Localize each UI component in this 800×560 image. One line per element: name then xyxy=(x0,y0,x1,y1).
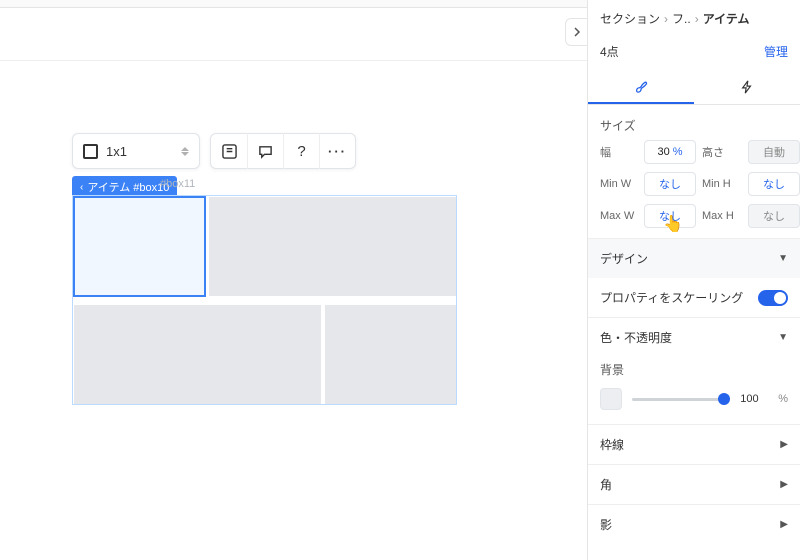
section-size-label: サイズ xyxy=(588,105,800,140)
width-input[interactable]: 30% xyxy=(644,140,696,164)
section-border[interactable]: 枠線 ▶ xyxy=(588,424,800,464)
inspector-tabs xyxy=(588,70,800,105)
maxw-label: Max W xyxy=(600,210,638,222)
opacity-value[interactable]: 100 xyxy=(740,393,768,405)
manage-link[interactable]: 管理 xyxy=(764,43,788,60)
updown-icon xyxy=(181,147,189,155)
width-label: 幅 xyxy=(600,144,638,160)
more-icon: ··· xyxy=(328,144,347,159)
background-label: 背景 xyxy=(588,357,800,384)
color-opacity-label: 色・不透明度 xyxy=(600,329,672,346)
top-strip xyxy=(0,0,587,8)
type-label: 1x1 xyxy=(106,144,173,159)
maxh-input[interactable]: なし xyxy=(748,204,800,228)
inspector-panel: セクション › フ.. › アイテム 4点 管理 サイズ 幅 30% 高さ 自動… xyxy=(587,0,800,560)
section-corner[interactable]: 角 ▶ xyxy=(588,464,800,504)
sibling-id: #box11 xyxy=(160,178,195,190)
border-label: 枠線 xyxy=(600,436,624,453)
size-properties: 幅 30% 高さ 自動 Min W なし Min H なし Max W なし M… xyxy=(588,140,800,238)
help-button[interactable]: ? xyxy=(283,133,319,169)
panel-collapse-button[interactable] xyxy=(565,18,587,46)
grid-item[interactable] xyxy=(209,197,456,296)
section-design-label: デザイン xyxy=(600,250,648,267)
selection-tag-label: アイテム #box10 xyxy=(87,179,169,195)
scale-properties-label: プロパティをスケーリング xyxy=(600,289,743,306)
maxw-input[interactable]: なし xyxy=(644,204,696,228)
element-type-dropdown[interactable]: 1x1 xyxy=(72,133,200,169)
minh-input[interactable]: なし xyxy=(748,172,800,196)
opacity-slider[interactable] xyxy=(632,398,730,401)
square-icon xyxy=(83,144,98,159)
floating-toolbar: 1x1 ? ··· xyxy=(72,133,356,169)
lightning-icon xyxy=(740,80,754,94)
tab-design[interactable] xyxy=(588,70,694,104)
canvas-divider xyxy=(0,60,587,61)
chevron-left-icon: ‹ xyxy=(80,182,83,193)
crumb-section[interactable]: セクション xyxy=(600,10,660,27)
grid-item[interactable] xyxy=(325,305,456,404)
opacity-unit: % xyxy=(778,393,788,405)
comment-icon xyxy=(258,144,273,159)
color-swatch[interactable] xyxy=(600,388,622,410)
crumb-current: アイテム xyxy=(703,10,750,27)
chevron-right-icon: ▶ xyxy=(780,519,788,530)
corner-label: 角 xyxy=(600,476,612,493)
tab-interactions[interactable] xyxy=(694,70,800,104)
shadow-label: 影 xyxy=(600,516,612,533)
chevron-right-icon: › xyxy=(695,12,699,26)
chevron-down-icon: ▼ xyxy=(778,332,788,343)
toolbar-actions: ? ··· xyxy=(210,133,356,169)
brush-icon xyxy=(634,79,648,93)
grid-item[interactable] xyxy=(74,305,321,404)
layout-icon xyxy=(222,144,237,159)
minw-input[interactable]: なし xyxy=(644,172,696,196)
breakpoints-label: 4点 xyxy=(600,43,619,60)
minh-label: Min H xyxy=(702,178,742,190)
more-button[interactable]: ··· xyxy=(319,133,355,169)
help-icon: ? xyxy=(297,143,305,160)
height-input[interactable]: 自動 xyxy=(748,140,800,164)
layout-button[interactable] xyxy=(211,133,247,169)
chevron-right-icon: ▶ xyxy=(780,479,788,490)
comment-button[interactable] xyxy=(247,133,283,169)
minw-label: Min W xyxy=(600,178,638,190)
chevron-down-icon: ▼ xyxy=(778,253,788,264)
maxh-label: Max H xyxy=(702,210,742,222)
chevron-right-icon: ▶ xyxy=(780,439,788,450)
grid-item-selected[interactable] xyxy=(74,197,205,296)
chevron-right-icon: › xyxy=(664,12,668,26)
breadcrumb: セクション › フ.. › アイテム xyxy=(588,0,800,35)
section-design[interactable]: デザイン ▼ xyxy=(588,238,800,278)
section-shadow[interactable]: 影 ▶ xyxy=(588,504,800,544)
scale-toggle[interactable] xyxy=(758,290,788,306)
chevron-right-icon xyxy=(572,27,582,37)
section-color-opacity[interactable]: 色・不透明度 ▼ xyxy=(588,317,800,357)
background-control: 100 % xyxy=(588,384,800,424)
crumb-parent[interactable]: フ.. xyxy=(672,10,691,27)
layout-grid xyxy=(72,195,457,405)
scale-properties-row: プロパティをスケーリング xyxy=(588,278,800,317)
height-label: 高さ xyxy=(702,144,742,160)
